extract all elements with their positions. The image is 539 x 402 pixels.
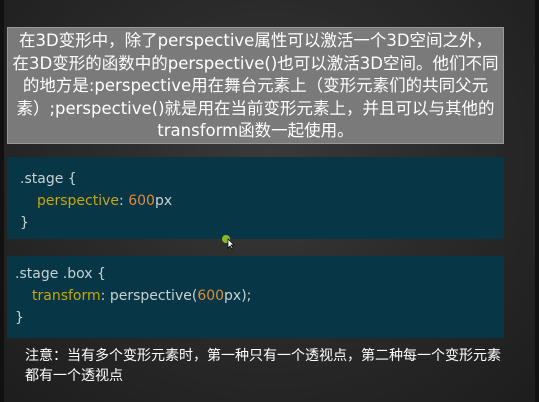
code-line-close: } xyxy=(15,307,504,329)
value-unit: px); xyxy=(224,288,252,304)
close-brace: } xyxy=(20,215,29,231)
code-block-stage-box: .stage .box { transform: perspective(600… xyxy=(7,256,504,338)
selector-text: .stage { xyxy=(20,171,77,187)
code-block-stage: .stage { perspective: 600px } xyxy=(7,157,504,239)
intro-text-box: 在3D变形中，除了perspective属性可以激活一个3D空间之外，在3D变形… xyxy=(7,27,504,144)
property-name: perspective xyxy=(37,193,120,209)
value-number: 600 xyxy=(197,288,225,304)
property-name: transform xyxy=(32,288,101,304)
selector-text: .stage .box { xyxy=(15,266,106,282)
mouse-cursor-icon xyxy=(221,234,235,250)
left-frame-edge xyxy=(0,0,4,402)
value-number: 600 xyxy=(128,193,155,209)
code-line-selector: .stage { xyxy=(20,168,504,190)
colon: : xyxy=(119,193,124,209)
code-line-close: } xyxy=(20,212,504,234)
colon: : xyxy=(100,288,106,304)
code-line-selector: .stage .box { xyxy=(15,263,504,285)
intro-text: 在3D变形中，除了perspective属性可以激活一个3D空间之外，在3D变形… xyxy=(12,31,499,140)
code-line-declaration: perspective: 600px xyxy=(20,190,504,212)
code-line-declaration: transform: perspective(600px); xyxy=(15,285,504,307)
value-function: perspective( xyxy=(109,288,198,304)
value-unit: px xyxy=(154,193,173,209)
note-text: 注意：当有多个变形元素时，第一种只有一个透视点，第二种每一个变形元素都有一个透视… xyxy=(25,348,501,384)
close-brace: } xyxy=(15,310,24,326)
right-frame-edge xyxy=(535,0,539,402)
